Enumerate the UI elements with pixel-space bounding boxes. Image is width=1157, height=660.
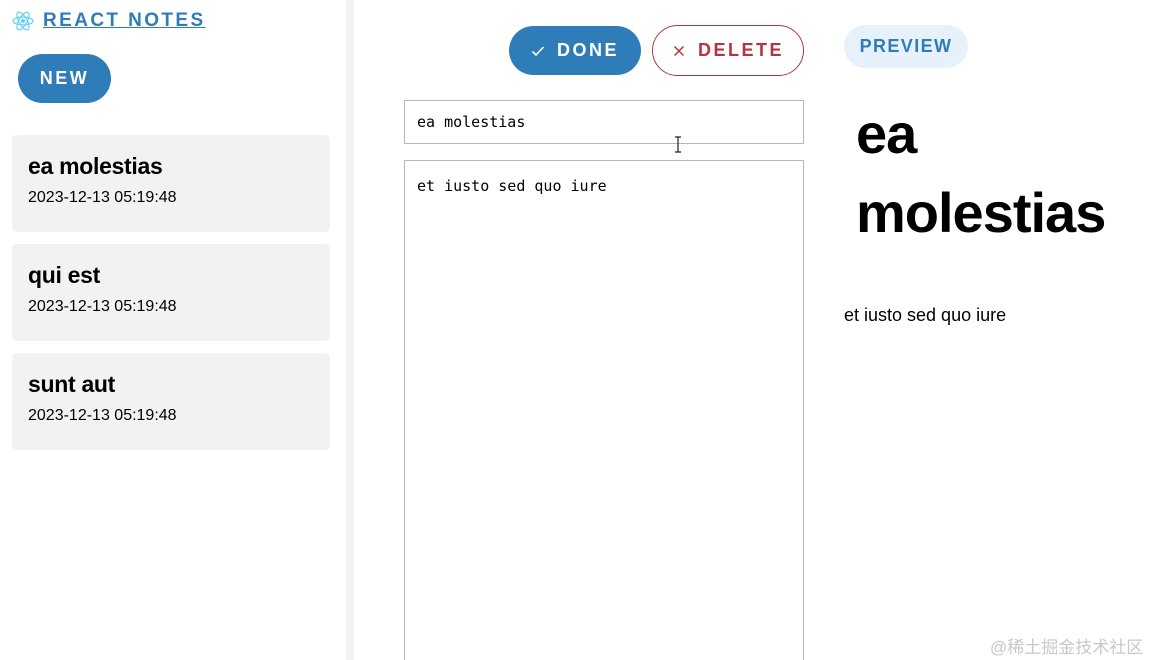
preview-badge: PREVIEW (844, 25, 968, 68)
note-date: 2023-12-13 05:19:48 (28, 407, 177, 424)
note-body-textarea[interactable]: et iusto sed quo iure (404, 160, 804, 660)
delete-label: DELETE (697, 40, 784, 60)
note-title-input[interactable] (404, 100, 804, 144)
note-date: 2023-12-13 05:19:48 (28, 189, 177, 206)
check-icon (531, 45, 545, 56)
react-logo-icon (12, 11, 34, 31)
watermark: @稀土掘金技术社区 (990, 638, 1144, 657)
preview-body: et iusto sed quo iure (844, 305, 1007, 325)
note-date: 2023-12-13 05:19:48 (28, 298, 177, 315)
preview-title: ea molestias (856, 102, 1106, 244)
sidebar-divider (346, 0, 354, 660)
app-root: REACT NOTES NEW ea molestias 2023-12-13 … (0, 0, 1157, 660)
app-title: REACT NOTES (43, 10, 206, 31)
note-title: sunt aut (28, 371, 116, 397)
note-list-item[interactable]: ea molestias 2023-12-13 05:19:48 (12, 135, 330, 232)
close-icon (673, 45, 685, 56)
done-button[interactable]: DONE (509, 26, 641, 75)
new-note-button[interactable]: NEW (18, 54, 111, 103)
note-title: qui est (28, 262, 101, 288)
delete-button[interactable]: DELETE (652, 25, 804, 76)
done-label: DONE (556, 40, 619, 60)
note-list-item[interactable]: sunt aut 2023-12-13 05:19:48 (12, 353, 330, 450)
app-logo-link[interactable]: REACT NOTES (11, 8, 206, 34)
text-cursor-icon (675, 136, 681, 153)
sidebar: REACT NOTES NEW ea molestias 2023-12-13 … (0, 0, 346, 660)
note-title: ea molestias (28, 153, 163, 179)
note-list-item[interactable]: qui est 2023-12-13 05:19:48 (12, 244, 330, 341)
